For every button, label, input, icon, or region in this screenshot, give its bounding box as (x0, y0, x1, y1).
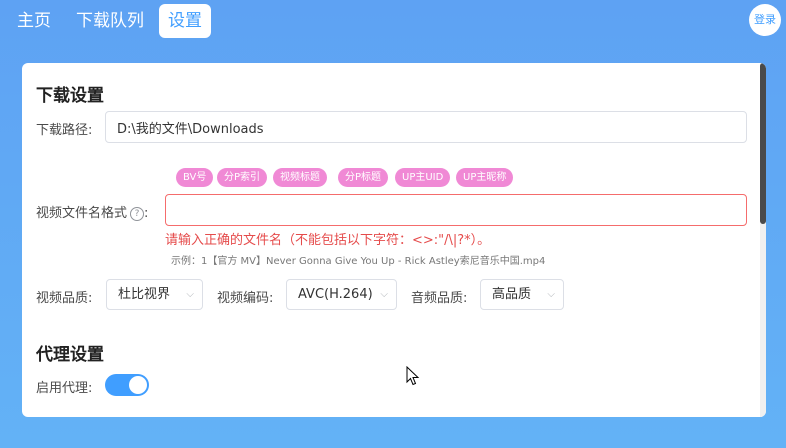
audio-quality-select[interactable]: 高品质 ⌵ (480, 279, 564, 310)
audio-quality-label: 音频品质: (411, 291, 468, 306)
chip-video-title[interactable]: 视频标题 (273, 168, 327, 187)
chip-part-index[interactable]: 分P索引 (217, 168, 268, 187)
chip-uploader-nickname[interactable]: UP主昵称 (456, 168, 514, 187)
login-button[interactable]: 登录 (749, 4, 781, 36)
help-icon[interactable]: ? (130, 207, 145, 221)
chevron-down-icon: ⌵ (547, 289, 555, 300)
download-path-label: 下载路径: (36, 123, 93, 138)
tab-download-queue[interactable]: 下载队列 (67, 4, 153, 38)
filename-error-message: 请输入正确的文件名（不能包括以下字符：<>:"/\|?*）。 (165, 233, 491, 248)
enable-proxy-label: 启用代理: (36, 381, 93, 396)
filename-format-input[interactable] (165, 194, 747, 226)
filename-example: 示例：1【官方 MV】Never Gonna Give You Up - Ric… (171, 256, 546, 267)
tab-settings[interactable]: 设置 (159, 4, 211, 38)
audio-quality-value: 高品质 (492, 287, 532, 302)
video-codec-value: AVC(H.264) (298, 287, 373, 302)
video-quality-select[interactable]: 杜比视界 ⌵ (106, 279, 203, 310)
video-codec-label: 视频编码: (217, 291, 274, 306)
mouse-cursor-icon (406, 366, 420, 386)
chip-uploader-uid[interactable]: UP主UID (395, 168, 451, 187)
enable-proxy-toggle[interactable] (105, 374, 149, 396)
filename-format-label: 视频文件名格式?: (36, 202, 148, 221)
tab-home[interactable]: 主页 (8, 4, 60, 38)
video-quality-label: 视频品质: (36, 291, 93, 306)
video-codec-select[interactable]: AVC(H.264) ⌵ (286, 279, 397, 310)
chip-part-title[interactable]: 分P标题 (338, 168, 389, 187)
filename-format-label-text: 视频文件名格式 (36, 206, 128, 221)
video-quality-value: 杜比视界 (118, 287, 171, 302)
top-nav: 主页 下载队列 设置 登录 (0, 0, 786, 42)
toggle-knob (129, 376, 147, 394)
download-path-input[interactable] (105, 111, 747, 143)
download-settings-title: 下载设置 (36, 86, 104, 106)
settings-panel: 下载设置 下载路径: BV号 分P索引 视频标题 分P标题 UP主UID UP主… (22, 63, 766, 417)
proxy-settings-title: 代理设置 (36, 345, 104, 365)
scrollbar[interactable] (760, 63, 766, 417)
scrollbar-thumb[interactable] (760, 63, 766, 224)
chevron-down-icon: ⌵ (186, 289, 194, 300)
chevron-down-icon: ⌵ (380, 289, 388, 300)
filename-format-label-colon: : (144, 206, 149, 221)
chip-bv-number[interactable]: BV号 (176, 168, 214, 187)
